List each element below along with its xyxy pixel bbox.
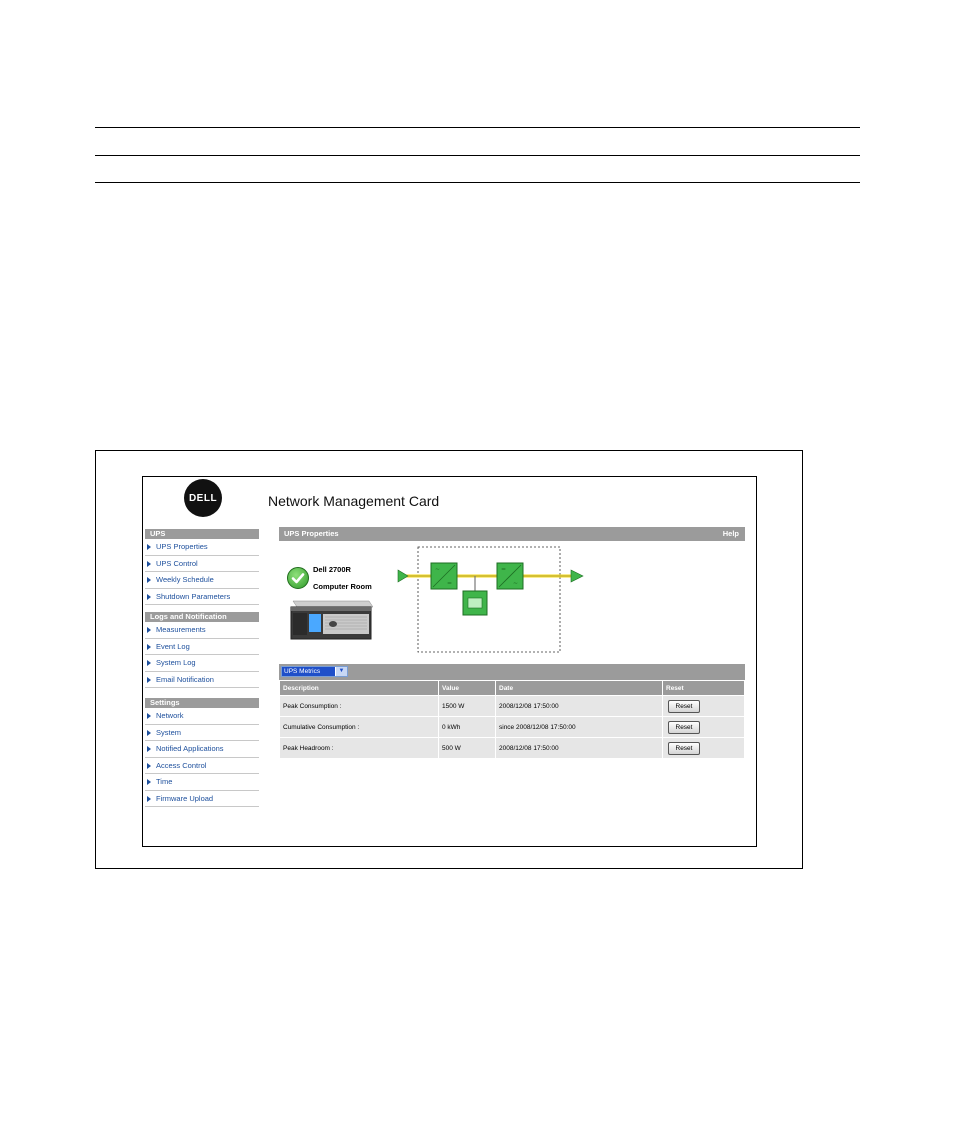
ups-location: Computer Room	[313, 582, 372, 591]
arrow-right-icon	[147, 660, 151, 666]
column-header-value: Value	[439, 681, 495, 695]
sidebar-item-label: Notified Applications	[156, 744, 224, 753]
cell-date: since 2008/12/08 17:50:00	[496, 716, 662, 737]
sidebar-item-label: Shutdown Parameters	[156, 591, 231, 601]
main-panel: UPS Properties Help Dell 2700R Computer …	[279, 527, 745, 758]
cell-value: 0 kWh	[439, 716, 495, 737]
top-rule-3	[95, 182, 860, 183]
web-ui-screenshot: DELL Network Management Card UPS UPS Pro…	[142, 476, 757, 847]
app-title: Network Management Card	[268, 493, 440, 509]
sidebar-item-access-control[interactable]: Access Control	[145, 758, 259, 774]
arrow-right-icon	[147, 713, 151, 719]
panel-title: UPS Properties	[284, 529, 339, 538]
table-row: Peak Consumption : 1500 W 2008/12/08 17:…	[280, 695, 744, 716]
ups-metrics-table: Description Value Date Reset Peak Consum…	[279, 681, 745, 758]
sidebar-item-label: System Log	[156, 658, 196, 667]
cell-date: 2008/12/08 17:50:00	[496, 695, 662, 716]
svg-text:=: =	[447, 580, 452, 587]
arrow-right-icon	[147, 779, 151, 785]
ups-device-image	[287, 599, 374, 643]
column-header-reset: Reset	[663, 681, 744, 695]
dell-logo: DELL	[184, 479, 222, 517]
cell-reset: Reset	[663, 737, 744, 758]
arrow-right-icon	[147, 577, 151, 583]
chevron-down-icon[interactable]: ▼	[336, 667, 347, 676]
svg-text:~: ~	[435, 566, 440, 573]
sidebar-section-settings: Settings	[145, 698, 259, 708]
sidebar-item-system[interactable]: System	[145, 725, 259, 741]
arrow-right-icon	[147, 762, 151, 769]
sidebar-item-label: Network	[156, 711, 184, 720]
sidebar-item-label: Measurements	[156, 625, 206, 634]
reset-button[interactable]: Reset	[668, 720, 700, 734]
cell-description: Peak Headroom :	[280, 737, 438, 758]
sidebar-item-weekly-schedule[interactable]: Weekly Schedule	[145, 572, 259, 589]
ups-flow-diagram: ~ = = ~	[391, 546, 586, 661]
table-row: Cumulative Consumption : 0 kWh since 200…	[280, 716, 744, 737]
sidebar-item-measurements[interactable]: Measurements	[145, 622, 259, 639]
sidebar-item-system-log[interactable]: System Log	[145, 655, 259, 672]
cell-reset: Reset	[663, 716, 744, 737]
sidebar-item-event-log[interactable]: Event Log	[145, 639, 259, 655]
sidebar-item-label: Weekly Schedule	[156, 575, 214, 584]
sidebar-item-label: Event Log	[156, 641, 190, 651]
sidebar-item-label: UPS Properties	[156, 542, 208, 551]
svg-text:~: ~	[513, 580, 518, 587]
arrow-right-icon	[147, 746, 151, 752]
column-header-date: Date	[496, 681, 662, 695]
cell-value: 1500 W	[439, 695, 495, 716]
metrics-select-bar: UPS Metrics ▼	[279, 664, 745, 680]
reset-button[interactable]: Reset	[668, 699, 700, 713]
sidebar-section-logs: Logs and Notification	[145, 612, 259, 622]
panel-header: UPS Properties Help	[279, 527, 745, 541]
svg-text:=: =	[501, 566, 506, 573]
sidebar-item-label: Email Notification	[156, 674, 214, 684]
cell-value: 500 W	[439, 737, 495, 758]
arrow-right-icon	[147, 593, 151, 600]
top-rule-2	[95, 155, 860, 156]
sidebar-item-label: Firmware Upload	[156, 793, 214, 803]
cell-date: 2008/12/08 17:50:00	[496, 737, 662, 758]
sidebar-item-firmware-upload[interactable]: Firmware Upload	[145, 791, 259, 807]
sidebar-item-label: System	[156, 727, 182, 737]
sidebar-item-network[interactable]: Network	[145, 708, 259, 725]
ups-model: Dell 2700R	[313, 565, 351, 574]
cell-description: Peak Consumption :	[280, 695, 438, 716]
sidebar-item-time[interactable]: Time	[145, 774, 259, 791]
sidebar-item-label: Time	[156, 777, 173, 786]
column-header-description: Description	[280, 681, 438, 695]
help-link[interactable]: Help	[723, 527, 739, 541]
table-row: Peak Headroom : 500 W 2008/12/08 17:50:0…	[280, 737, 744, 758]
arrow-right-icon	[147, 544, 151, 550]
arrow-right-icon	[147, 560, 151, 567]
sidebar-item-ups-control[interactable]: UPS Control	[145, 556, 259, 572]
arrow-right-icon	[147, 627, 151, 633]
check-circle-icon	[287, 567, 309, 589]
cell-description: Cumulative Consumption :	[280, 716, 438, 737]
reset-button[interactable]: Reset	[668, 741, 700, 755]
arrow-right-icon	[147, 795, 151, 802]
sidebar-item-email-notification[interactable]: Email Notification	[145, 672, 259, 688]
metrics-dropdown-value: UPS Metrics	[282, 667, 335, 676]
top-rule-1	[95, 127, 860, 128]
metrics-dropdown[interactable]: UPS Metrics ▼	[281, 666, 348, 677]
arrow-right-icon	[147, 643, 151, 650]
sidebar: UPS UPS Properties UPS Control Weekly Sc…	[145, 529, 259, 807]
sidebar-item-notified-applications[interactable]: Notified Applications	[145, 741, 259, 758]
arrow-right-icon	[147, 729, 151, 736]
sidebar-item-label: UPS Control	[156, 558, 198, 568]
sidebar-item-ups-properties[interactable]: UPS Properties	[145, 539, 259, 556]
sidebar-section-ups: UPS	[145, 529, 259, 539]
arrow-right-icon	[147, 676, 151, 683]
sidebar-item-label: Access Control	[156, 760, 207, 770]
sidebar-item-shutdown-parameters[interactable]: Shutdown Parameters	[145, 589, 259, 605]
cell-reset: Reset	[663, 695, 744, 716]
